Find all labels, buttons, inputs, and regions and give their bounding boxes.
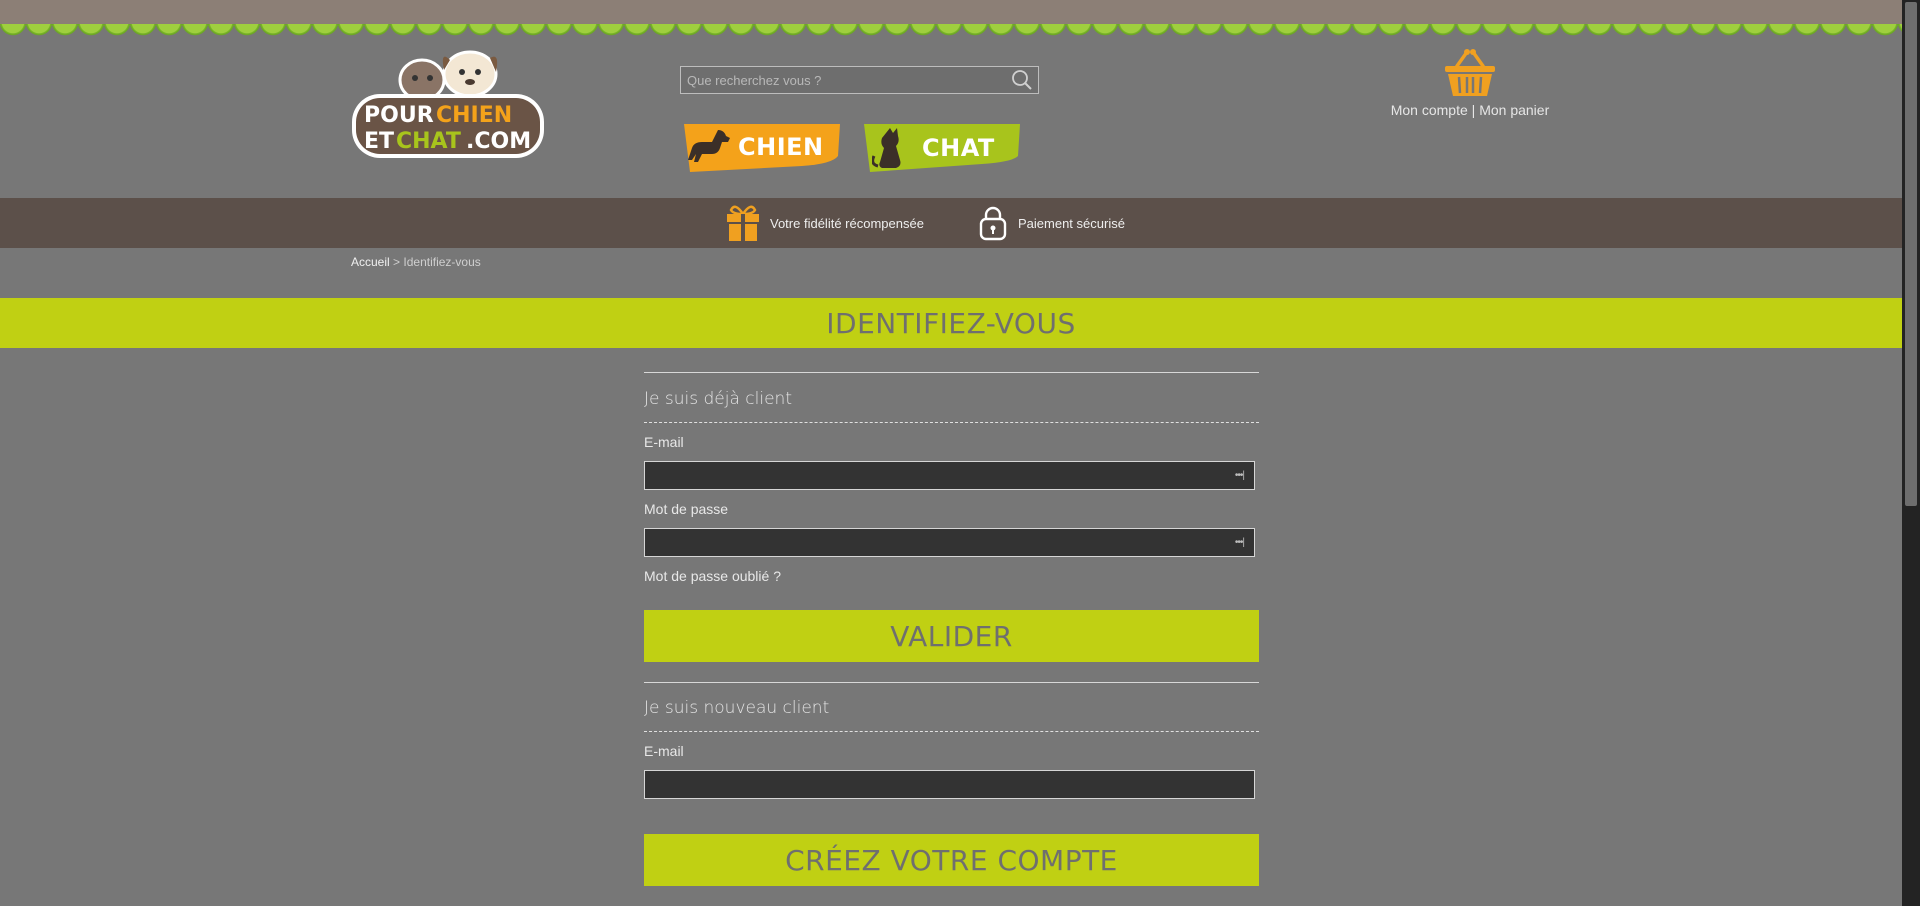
nav-chien-label: CHIEN xyxy=(738,133,824,161)
account-separator: | xyxy=(1471,102,1476,118)
nav-chat-button[interactable]: CHAT xyxy=(862,122,1022,174)
basket-icon[interactable] xyxy=(1443,48,1497,98)
create-account-button[interactable]: CRÉEZ VOTRE COMPTE xyxy=(644,834,1259,886)
password-field: •••| xyxy=(644,528,1255,557)
existing-email-label: E-mail xyxy=(644,434,684,450)
scrollbar-thumb[interactable] xyxy=(1905,2,1917,506)
info-secure-payment-label: Paiement sécurisé xyxy=(1018,215,1125,231)
svg-text:ET: ET xyxy=(364,129,394,154)
info-secure-payment: Paiement sécurisé xyxy=(978,198,1125,248)
section-divider xyxy=(644,682,1259,683)
existing-email-input[interactable] xyxy=(645,462,1235,489)
svg-text:POUR: POUR xyxy=(364,103,434,128)
existing-email-field: •••| xyxy=(644,461,1255,490)
forgot-password-link[interactable]: Mot de passe oublié ? xyxy=(644,568,781,584)
search-icon xyxy=(1012,70,1032,90)
dog-icon xyxy=(688,130,730,162)
scallop-border xyxy=(0,24,1902,44)
dashed-divider xyxy=(644,731,1259,732)
svg-text:.COM: .COM xyxy=(466,129,531,154)
account-links: Mon compte | Mon panier xyxy=(1380,102,1560,118)
page-title-band: IDENTIFIEZ-VOUS xyxy=(0,298,1902,348)
breadcrumb: Accueil > Identifiez-vous xyxy=(351,255,481,269)
info-loyalty-label: Votre fidélité récompensée xyxy=(770,215,924,231)
new-email-label: E-mail xyxy=(644,743,684,759)
new-email-input[interactable] xyxy=(645,771,1254,798)
info-loyalty: Votre fidélité récompensée xyxy=(726,198,924,248)
nav-chat-label: CHAT xyxy=(922,134,995,162)
breadcrumb-current: Identifiez-vous xyxy=(403,255,481,269)
dog-cat-logo-icon xyxy=(398,50,498,102)
dashed-divider xyxy=(644,422,1259,423)
breadcrumb-separator: > xyxy=(393,255,401,269)
section-divider xyxy=(644,372,1259,373)
password-manager-icon[interactable]: •••| xyxy=(1235,470,1245,481)
cart-link[interactable]: Mon panier xyxy=(1479,102,1549,118)
svg-text:CHIEN: CHIEN xyxy=(436,103,512,128)
search-input[interactable] xyxy=(681,67,1006,93)
breadcrumb-home-link[interactable]: Accueil xyxy=(351,255,390,269)
validate-button[interactable]: VALIDER xyxy=(644,610,1259,662)
gift-icon xyxy=(727,205,759,241)
site-logo[interactable]: POUR CHIEN ET CHAT .COM xyxy=(350,50,546,160)
lock-icon xyxy=(979,206,1007,241)
search-box xyxy=(680,66,1039,94)
password-manager-icon[interactable]: •••| xyxy=(1235,537,1245,548)
new-client-title: Je suis nouveau client xyxy=(644,698,830,718)
page-title: IDENTIFIEZ-VOUS xyxy=(826,306,1076,340)
nav-chien-button[interactable]: CHIEN xyxy=(682,122,842,174)
search-button[interactable] xyxy=(1006,67,1038,93)
page-scrollbar[interactable] xyxy=(1902,0,1920,906)
account-cart-block: Mon compte | Mon panier xyxy=(1380,48,1560,118)
account-link[interactable]: Mon compte xyxy=(1391,102,1468,118)
password-label: Mot de passe xyxy=(644,501,729,517)
cat-icon xyxy=(872,128,901,168)
password-input[interactable] xyxy=(645,529,1235,556)
existing-client-title: Je suis déjà client xyxy=(644,389,792,409)
svg-text:CHAT: CHAT xyxy=(396,129,461,154)
new-email-field xyxy=(644,770,1255,799)
info-bar xyxy=(0,198,1902,248)
top-decor-strip xyxy=(0,0,1902,26)
